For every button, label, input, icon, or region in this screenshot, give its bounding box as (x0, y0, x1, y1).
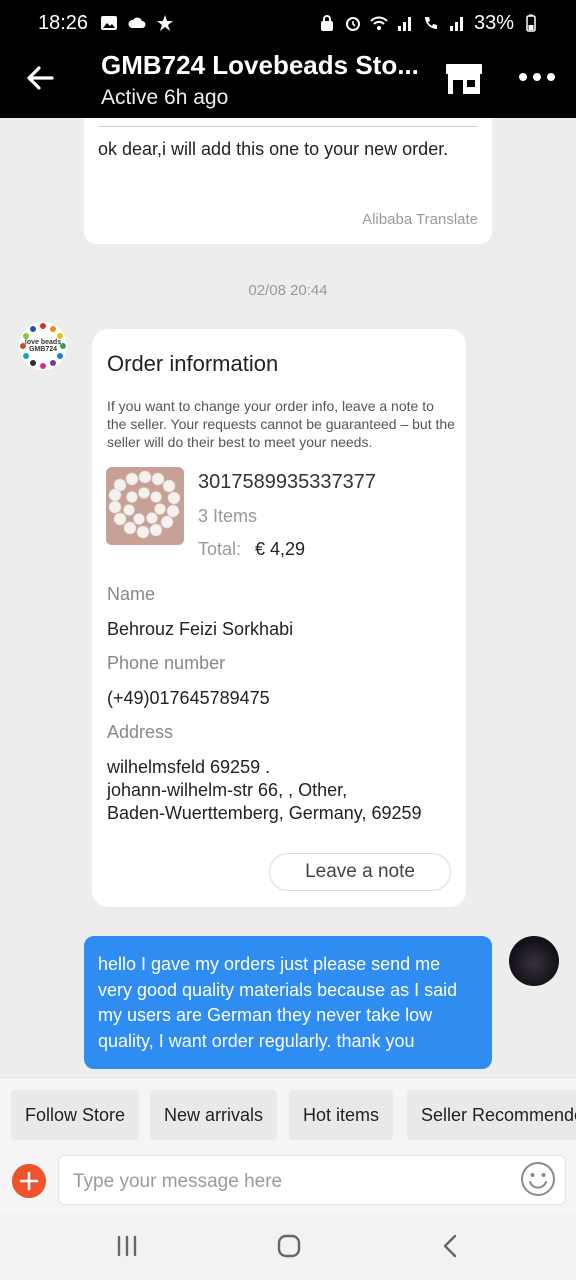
order-card-description: If you want to change your order info, l… (107, 398, 455, 450)
system-nav-bar (0, 1213, 576, 1280)
phone-label: Phone number (107, 653, 226, 673)
name-value: Behrouz Feizi Sorkhabi (107, 619, 294, 639)
order-items-count: 3 Items (198, 506, 258, 526)
phone-value: (+49)017645789475 (107, 688, 270, 708)
chip-follow-store[interactable]: Follow Store (11, 1090, 140, 1140)
system-back-icon[interactable] (438, 1233, 464, 1259)
message-input[interactable]: Type your message here (58, 1155, 566, 1205)
composer: Type your message here (0, 1149, 576, 1213)
leave-a-note-button[interactable]: Leave a note (269, 853, 451, 891)
address-line-3: Baden-Wuerttemberg, Germany, 69259 (107, 803, 422, 823)
divider (98, 126, 478, 127)
recent-apps-icon[interactable] (114, 1233, 140, 1259)
signal-2-icon (449, 17, 463, 31)
address-line-1: wilhelmsfeld 69259 . (107, 757, 271, 777)
battery-icon (526, 14, 536, 32)
address-label: Address (107, 722, 174, 742)
chip-new-arrivals[interactable]: New arrivals (150, 1090, 278, 1140)
chat-header: GMB724 Lovebeads Sto... Active 6h ago (0, 46, 576, 118)
signal-icon (397, 17, 411, 31)
store-icon[interactable] (444, 60, 484, 96)
pinwheel-icon (157, 15, 174, 31)
quick-replies-bar: Follow Store New arrivals Hot items Sell… (0, 1077, 576, 1149)
wifi-icon (370, 16, 388, 30)
lock-icon (320, 15, 333, 31)
status-time: 18:26 (38, 11, 89, 34)
user-message-bubble[interactable]: hello I gave my orders just please send … (84, 936, 492, 1069)
white-beads-image (106, 467, 184, 545)
active-status: Active 6h ago (101, 86, 229, 109)
status-bar: 18:26 33% (0, 0, 576, 46)
address-line-2: johann-wilhelm-str 66, , Other, (107, 780, 348, 800)
store-avatar[interactable]: love beads GMB724 (19, 322, 67, 370)
product-thumbnail[interactable] (106, 467, 184, 545)
name-label: Name (107, 584, 156, 604)
order-total-value: € 4,29 (255, 539, 306, 559)
message-timestamp: 02/08 20:44 (248, 282, 328, 299)
battery-percent: 33% (473, 11, 514, 34)
chip-seller-recommended[interactable]: Seller Recommende (407, 1090, 576, 1140)
alarm-icon (345, 17, 360, 31)
chat-area[interactable]: ok dear,i will add this one to your new … (0, 118, 576, 1076)
home-icon[interactable] (276, 1233, 302, 1259)
store-avatar-text: love beads GMB724 (24, 339, 62, 353)
emoji-icon[interactable] (520, 1161, 556, 1197)
user-avatar[interactable] (509, 936, 559, 986)
store-name[interactable]: GMB724 Lovebeads Sto... (101, 50, 431, 81)
message-input-placeholder: Type your message here (73, 1171, 283, 1192)
back-arrow-icon[interactable] (22, 60, 58, 96)
order-information-card[interactable]: Order information If you want to change … (92, 329, 466, 907)
order-number: 3017589935337377 (198, 471, 376, 493)
order-total-label: Total: (198, 539, 242, 559)
order-card-title: Order information (107, 351, 279, 376)
chip-hot-items[interactable]: Hot items (289, 1090, 394, 1140)
seller-message-text: ok dear,i will add this one to your new … (98, 139, 449, 159)
plus-icon[interactable] (12, 1164, 46, 1198)
wifi-calling-icon (424, 17, 437, 29)
cloud-icon (128, 17, 146, 28)
translate-label: Alibaba Translate (362, 211, 478, 228)
more-options-icon[interactable] (518, 70, 556, 84)
gallery-icon (101, 16, 118, 30)
seller-message-bubble[interactable]: ok dear,i will add this one to your new … (84, 118, 492, 244)
